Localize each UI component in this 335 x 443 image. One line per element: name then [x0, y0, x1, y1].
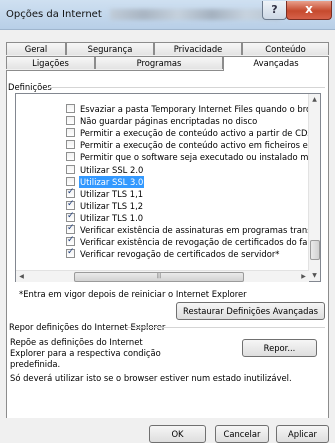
list-item[interactable]: Utilizar TLS 1,1 [16, 188, 310, 200]
list-item[interactable]: Utilizar TLS 1.0 [16, 212, 310, 224]
help-button[interactable]: ? [262, 1, 287, 20]
list-item-label: Utilizar TLS 1,1 [80, 188, 144, 199]
checkbox[interactable] [66, 116, 75, 126]
settings-list[interactable]: Esvaziar a pasta Temporary Internet File… [15, 93, 321, 282]
window-title: Opções da Internet [6, 9, 102, 20]
tab-advanced[interactable]: Avançadas [223, 56, 329, 71]
tab-privacy[interactable]: Privacidade [154, 42, 242, 55]
reset-description: Repõe as definições do Internet Explorer… [10, 337, 161, 369]
list-item-label: Utilizar TLS 1,2 [80, 200, 144, 211]
tab-content[interactable]: Conteúdo [242, 42, 329, 55]
close-icon: x [305, 2, 313, 16]
checkbox[interactable] [66, 212, 75, 222]
horizontal-scroll-thumb[interactable]: ||| [74, 272, 244, 282]
list-item-label: Não guardar páginas encriptadas no disco [80, 116, 258, 127]
checkbox[interactable] [66, 164, 75, 174]
internet-options-dialog: Opções da Internet ? x Geral Segurança P… [0, 0, 335, 443]
list-item-label: Esvaziar a pasta Temporary Internet File… [80, 104, 310, 114]
restore-advanced-settings-button[interactable]: Restaurar Definições Avançadas [176, 302, 325, 320]
list-item-label: Utilizar TLS 1.0 [80, 212, 144, 223]
list-item[interactable]: Não guardar páginas encriptadas no disco [16, 115, 310, 127]
checkbox[interactable] [66, 188, 75, 198]
checkbox[interactable] [66, 224, 75, 234]
checkbox[interactable] [66, 152, 75, 162]
checkbox[interactable] [66, 236, 75, 247]
apply-button[interactable]: Aplicar [276, 425, 329, 443]
list-item[interactable]: Verificar revogação de certificados de s… [16, 248, 310, 260]
cancel-button[interactable]: Cancelar [215, 425, 269, 443]
tab-connections[interactable]: Ligações [6, 56, 95, 69]
list-item[interactable]: Verificar existência de assinaturas em p… [16, 224, 310, 236]
list-item-label: Utilizar SSL 2.0 [80, 164, 144, 175]
scroll-right-icon[interactable]: ▶ [298, 271, 309, 282]
title-bar[interactable]: Opções da Internet ? x [0, 0, 335, 30]
tab-programs[interactable]: Programas [95, 56, 223, 69]
checkbox[interactable] [66, 176, 75, 186]
ok-button[interactable]: OK [149, 425, 206, 443]
tab-general[interactable]: Geral [6, 42, 66, 55]
settings-group-divider [49, 87, 325, 88]
checkbox[interactable] [66, 140, 75, 150]
scroll-left-icon[interactable]: ◀ [16, 271, 27, 282]
tab-row-2: Ligações Programas Avançadas [6, 56, 329, 71]
vertical-scrollbar[interactable]: ▲ ▼ [308, 94, 320, 281]
tab-security[interactable]: Segurança [66, 42, 154, 55]
vertical-scroll-thumb[interactable] [310, 240, 320, 260]
list-item[interactable]: Utilizar SSL 2.0 [16, 164, 310, 176]
checkbox[interactable] [66, 200, 75, 210]
list-item[interactable]: Utilizar SSL 3.0 [16, 175, 310, 188]
list-item-label: Verificar existência de revogação de cer… [80, 237, 310, 248]
list-item[interactable]: Permitir que o software seja executado o… [16, 151, 310, 163]
list-item-label: Verificar existência de assinaturas em p… [80, 225, 310, 235]
scroll-down-icon[interactable]: ▼ [309, 270, 320, 281]
reset-button[interactable]: Repor... [242, 339, 317, 357]
list-item[interactable]: Permitir a execução de conteúdo activo a… [16, 127, 310, 139]
restart-note: *Entra em vigor depois de reiniciar o In… [19, 289, 247, 299]
list-item-label: Permitir a execução de conteúdo activo a… [80, 128, 310, 139]
checkbox[interactable] [66, 128, 75, 138]
list-item-label: Permitir a execução de conteúdo activo e… [80, 140, 310, 151]
checkbox[interactable] [66, 104, 75, 113]
scroll-up-icon[interactable]: ▲ [309, 94, 320, 105]
list-item[interactable]: Esvaziar a pasta Temporary Internet File… [16, 103, 310, 115]
help-icon: ? [271, 3, 278, 16]
checkbox[interactable] [66, 248, 75, 259]
horizontal-scrollbar[interactable]: ◀ ||| ▶ [16, 270, 309, 282]
list-item[interactable]: Permitir a execução de conteúdo activo e… [16, 139, 310, 151]
list-item-label: Permitir que o software seja executado o… [80, 152, 310, 163]
list-item-label: Utilizar SSL 3.0 [79, 175, 145, 188]
reset-warning: Só deverá utilizar isto se o browser est… [10, 373, 292, 383]
settings-group-label: Definições [8, 82, 52, 92]
list-item[interactable]: Verificar existência de revogação de cer… [16, 236, 310, 248]
tab-row-1: Geral Segurança Privacidade Conteúdo [6, 42, 329, 56]
close-button[interactable]: x [286, 1, 332, 20]
list-item[interactable]: Utilizar TLS 1,2 [16, 200, 310, 212]
reset-group-divider [127, 327, 325, 328]
list-item-label: Verificar revogação de certificados de s… [80, 249, 280, 260]
blurred-title-area [110, 9, 280, 20]
